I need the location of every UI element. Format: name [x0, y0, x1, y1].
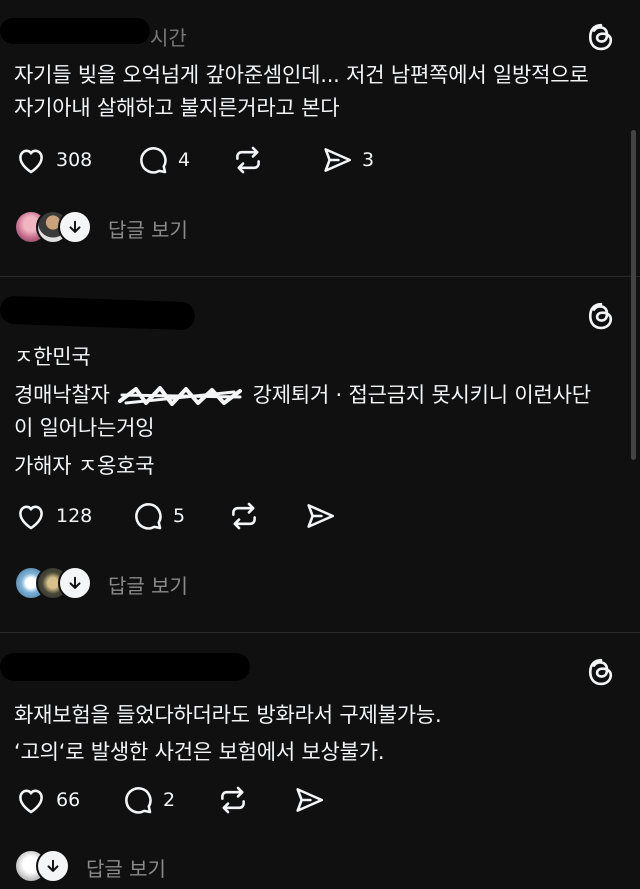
like-count: 128 — [56, 505, 93, 527]
repost-icon — [236, 146, 260, 174]
post-3: 화재보험을 들었다하더라도 방화라서 구제불가능. ‘고의‘로 발생한 사건은 … — [0, 633, 640, 886]
comment-button[interactable]: 2 — [121, 783, 175, 817]
post-text-line: 이 일어나는거잉 — [14, 416, 155, 440]
send-icon — [324, 148, 352, 172]
repost-button[interactable] — [231, 143, 265, 177]
post-text-prefix: 경매낙찰자 — [14, 383, 110, 407]
post-text-line: ‘고의‘로 발생한 사건은 보험에서 보상불가. — [14, 740, 385, 764]
like-button[interactable]: 308 — [14, 143, 92, 177]
share-button[interactable] — [303, 499, 337, 533]
threads-logo-icon[interactable] — [586, 657, 616, 687]
like-count: 308 — [56, 149, 93, 171]
reply-preview[interactable]: 답글 보기 — [14, 566, 264, 606]
comment-bubble-icon — [135, 503, 162, 530]
comment-bubble-icon — [140, 147, 167, 174]
post-time: 시간 — [150, 26, 187, 50]
send-icon — [296, 788, 324, 812]
redacted-username — [0, 18, 150, 44]
reply-preview[interactable]: 답글 보기 — [14, 849, 264, 889]
view-replies-link[interactable]: 답글 보기 — [86, 853, 166, 882]
post-text-line: 화재보험을 들었다하더라도 방화라서 구제불가능. — [14, 703, 442, 727]
threads-logo-icon[interactable] — [586, 301, 616, 331]
post-actions: 308 4 3 — [14, 143, 434, 183]
heart-icon — [19, 789, 43, 814]
comment-count: 4 — [178, 149, 191, 171]
arrow-down-icon — [58, 210, 92, 244]
like-count: 66 — [56, 789, 81, 811]
post-text-line: 가해자 ㅈ옹호국 — [14, 454, 155, 478]
heart-icon — [19, 149, 43, 174]
view-replies-link[interactable]: 답글 보기 — [108, 214, 188, 243]
comment-button[interactable]: 5 — [131, 499, 185, 533]
scribbled-redaction — [116, 383, 246, 409]
redacted-username — [0, 295, 196, 331]
send-icon — [307, 504, 335, 528]
post-text-line: 자기아내 살해하고 불지른거라고 본다 — [14, 96, 340, 120]
repost-button[interactable] — [227, 499, 261, 533]
scrollbar[interactable] — [631, 130, 636, 460]
comment-count: 2 — [163, 789, 176, 811]
reply-preview[interactable]: 답글 보기 — [14, 210, 264, 250]
share-count: 3 — [362, 149, 375, 171]
redacted-username — [0, 653, 250, 681]
arrow-down-icon — [58, 566, 92, 600]
post-actions: 66 2 — [14, 783, 434, 823]
post-actions: 128 5 — [14, 499, 434, 539]
repost-icon — [232, 502, 256, 530]
post-text-line: ㅈ한민국 — [14, 345, 91, 369]
heart-icon — [19, 505, 43, 530]
arrow-down-icon — [36, 849, 70, 883]
comment-count: 5 — [173, 505, 186, 527]
comment-button[interactable]: 4 — [136, 143, 190, 177]
share-button[interactable]: 3 — [320, 143, 374, 177]
post-text-line: 자기들 빚을 오억넘게 갚아준셈인데... 저건 남편쪽에서 일방적으로 — [14, 63, 589, 87]
share-button[interactable] — [292, 783, 326, 817]
post-text-suffix: 강제퇴거 · 접근금지 못시키니 이런사단 — [252, 383, 591, 407]
like-button[interactable]: 128 — [14, 499, 92, 533]
post-2: ㅈ한민국 경매낙찰자 강제퇴거 · 접근금지 못시키니 이런사단 이 일어나는거… — [0, 277, 640, 632]
repost-icon — [221, 786, 245, 814]
view-replies-link[interactable]: 답글 보기 — [108, 570, 188, 599]
comment-bubble-icon — [125, 787, 152, 814]
post-1: 시간 자기들 빚을 오억넘게 갚아준셈인데... 저건 남편쪽에서 일방적으로 … — [0, 0, 640, 276]
repost-button[interactable] — [216, 783, 250, 817]
post-text-line: 경매낙찰자 강제퇴거 · 접근금지 못시키니 이런사단 — [14, 380, 591, 410]
threads-logo-icon[interactable] — [586, 22, 616, 52]
like-button[interactable]: 66 — [14, 783, 80, 817]
